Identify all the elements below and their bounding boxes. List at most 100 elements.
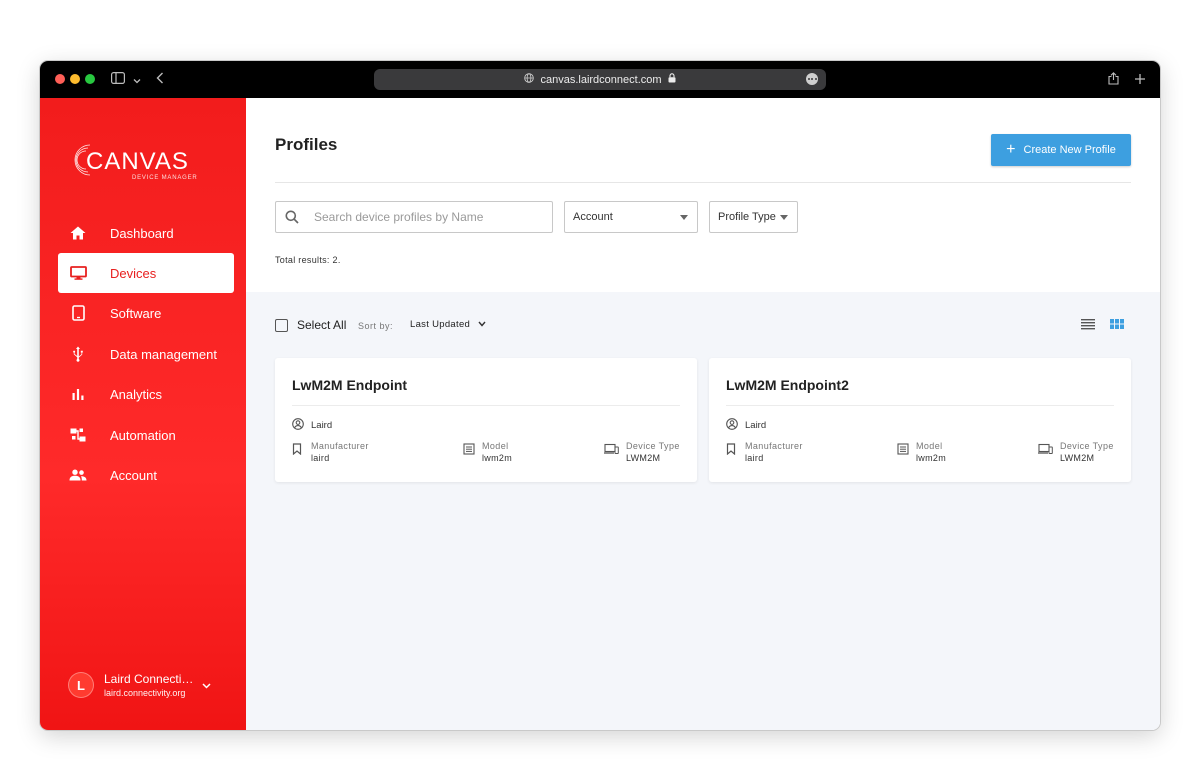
sidebar-item-software[interactable]: Software (58, 293, 234, 333)
plus-icon: + (1006, 141, 1016, 158)
chevron-down-icon[interactable] (133, 71, 141, 89)
sidebar-item-label: Devices (110, 265, 157, 281)
select-all-control[interactable]: Select All (275, 318, 346, 332)
profile-owner: Laird (292, 418, 332, 433)
minimize-window-button[interactable] (70, 74, 80, 84)
bar-chart-icon (68, 384, 88, 404)
total-results: Total results: 2. (275, 255, 341, 265)
profile-type-select-label: Profile Type (718, 211, 776, 223)
caret-down-icon (680, 215, 688, 220)
card-divider (726, 405, 1114, 406)
device-type-attribute: Device Type LWM2M (604, 441, 680, 463)
account-select-label: Account (573, 211, 613, 223)
grid-view-icon[interactable] (1110, 317, 1124, 329)
attr-label: Model (916, 441, 943, 451)
globe-icon (524, 73, 535, 86)
select-all-checkbox[interactable] (275, 318, 288, 332)
user-circle-icon (292, 418, 304, 433)
user-email: laird.connectivity.org (104, 688, 186, 698)
user-menu[interactable]: L Laird Connectivity laird.connectivity.… (68, 670, 228, 700)
sidebar-item-automation[interactable]: Automation (58, 415, 234, 455)
select-all-label: Select All (297, 318, 347, 332)
card-divider (292, 405, 680, 406)
caret-down-icon (780, 215, 788, 220)
device-type-attribute: Device Type LWM2M (1038, 441, 1114, 463)
search-icon (285, 210, 299, 224)
monitor-icon (68, 263, 88, 283)
back-icon[interactable] (156, 70, 164, 88)
devices-icon (604, 442, 619, 455)
list-view-icon[interactable] (1081, 317, 1095, 330)
attr-value: LWM2M (1060, 453, 1095, 463)
list-box-icon (897, 442, 909, 455)
sidebar-item-label: Dashboard (110, 225, 174, 241)
owner-name: Laird (745, 420, 767, 431)
page-title: Profiles (275, 135, 338, 154)
chevron-down-icon[interactable] (202, 676, 211, 694)
page-menu-icon[interactable] (806, 73, 818, 85)
search-input[interactable] (314, 210, 534, 224)
profile-name[interactable]: LwM2M Endpoint2 (726, 377, 849, 393)
list-box-icon (463, 442, 475, 455)
attr-value: laird (745, 453, 764, 463)
attr-label: Device Type (626, 441, 680, 451)
attr-value: lwm2m (482, 453, 512, 463)
sidebar-item-devices[interactable]: Devices (58, 253, 234, 293)
sidebar-item-analytics[interactable]: Analytics (58, 374, 234, 414)
sidebar-toggle-icon[interactable] (111, 70, 126, 88)
manufacturer-attribute: Manufacturer laird (726, 441, 803, 463)
zoom-window-button[interactable] (85, 74, 95, 84)
sidebar-item-data-management[interactable]: Data management (58, 334, 234, 374)
attr-label: Device Type (1060, 441, 1114, 451)
home-icon (68, 223, 88, 243)
share-icon[interactable] (1108, 71, 1119, 89)
browser-titlebar: canvas.lairdconnect.com (40, 61, 1160, 98)
people-icon (68, 465, 88, 485)
chevron-down-icon (478, 319, 486, 330)
profile-name[interactable]: LwM2M Endpoint (292, 377, 407, 393)
profile-card[interactable]: LwM2M Endpoint2 Laird Manufacturer laird (709, 358, 1131, 482)
address-bar[interactable]: canvas.lairdconnect.com (374, 69, 826, 90)
sidebar-item-dashboard[interactable]: Dashboard (58, 213, 234, 253)
sidebar-item-label: Analytics (110, 386, 163, 402)
sort-value: Last Updated (410, 319, 471, 330)
account-select[interactable]: Account (564, 201, 698, 233)
canvas-logo: CANVAS DEVICE MANAGER (74, 144, 198, 181)
create-new-profile-button[interactable]: + Create New Profile (991, 134, 1131, 166)
attr-label: Model (482, 441, 509, 451)
url-text: canvas.lairdconnect.com (540, 73, 662, 86)
user-name: Laird Connectivity (104, 672, 196, 686)
bookmark-icon (292, 442, 304, 456)
sort-select[interactable]: Last Updated (410, 319, 486, 330)
attr-value: lwm2m (916, 453, 946, 463)
create-button-label: Create New Profile (1023, 144, 1116, 156)
devices-icon (1038, 442, 1053, 455)
new-tab-icon[interactable] (1134, 71, 1146, 89)
sort-label: Sort by: (358, 321, 394, 331)
attr-label: Manufacturer (745, 441, 803, 451)
profile-type-select[interactable]: Profile Type (709, 201, 798, 233)
sidebar-item-label: Software (110, 305, 162, 321)
lock-icon (668, 73, 676, 86)
search-box[interactable] (275, 201, 553, 233)
manufacturer-attribute: Manufacturer laird (292, 441, 369, 463)
sidebar-item-label: Data management (110, 346, 217, 362)
close-window-button[interactable] (55, 74, 65, 84)
sidebar: CANVAS DEVICE MANAGER Dashboard Devices … (40, 98, 246, 730)
svg-text:CANVAS: CANVAS (86, 148, 189, 175)
usb-icon (68, 344, 88, 364)
tablet-icon (68, 303, 88, 323)
svg-text:DEVICE MANAGER: DEVICE MANAGER (132, 175, 198, 181)
model-attribute: Model lwm2m (897, 441, 946, 463)
flow-icon (68, 425, 88, 445)
header-divider (275, 182, 1131, 183)
owner-name: Laird (311, 420, 333, 431)
profile-card[interactable]: LwM2M Endpoint Laird Manufacturer laird (275, 358, 697, 482)
attr-value: LWM2M (626, 453, 661, 463)
sidebar-item-account[interactable]: Account (58, 455, 234, 495)
attr-value: laird (311, 453, 330, 463)
main-content: Profiles + Create New Profile Account Pr… (246, 98, 1160, 730)
sidebar-item-label: Account (110, 467, 157, 483)
attr-label: Manufacturer (311, 441, 369, 451)
profile-owner: Laird (726, 418, 766, 433)
